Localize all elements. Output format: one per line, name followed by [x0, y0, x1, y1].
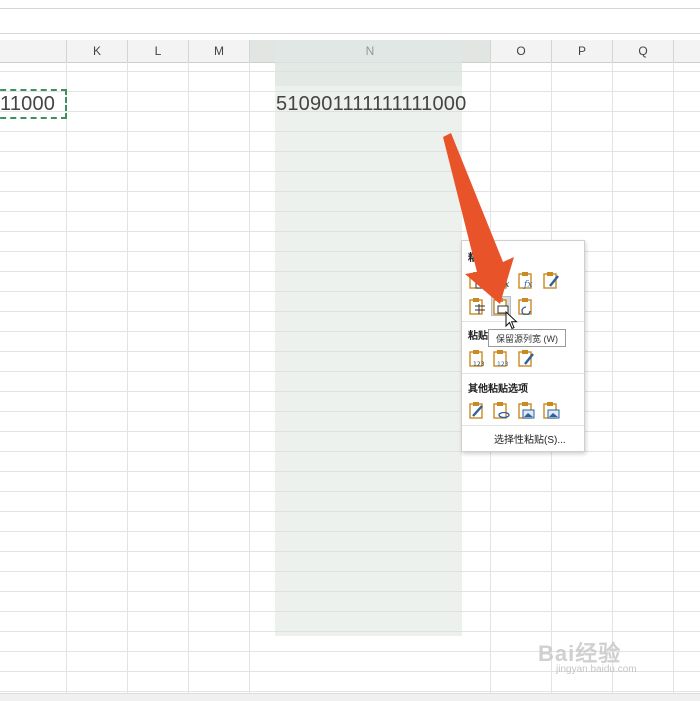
mouse-pointer-icon [505, 311, 518, 330]
annotation-arrow-icon [443, 133, 514, 304]
watermark-url: jingyan.baidu.com [556, 664, 637, 675]
